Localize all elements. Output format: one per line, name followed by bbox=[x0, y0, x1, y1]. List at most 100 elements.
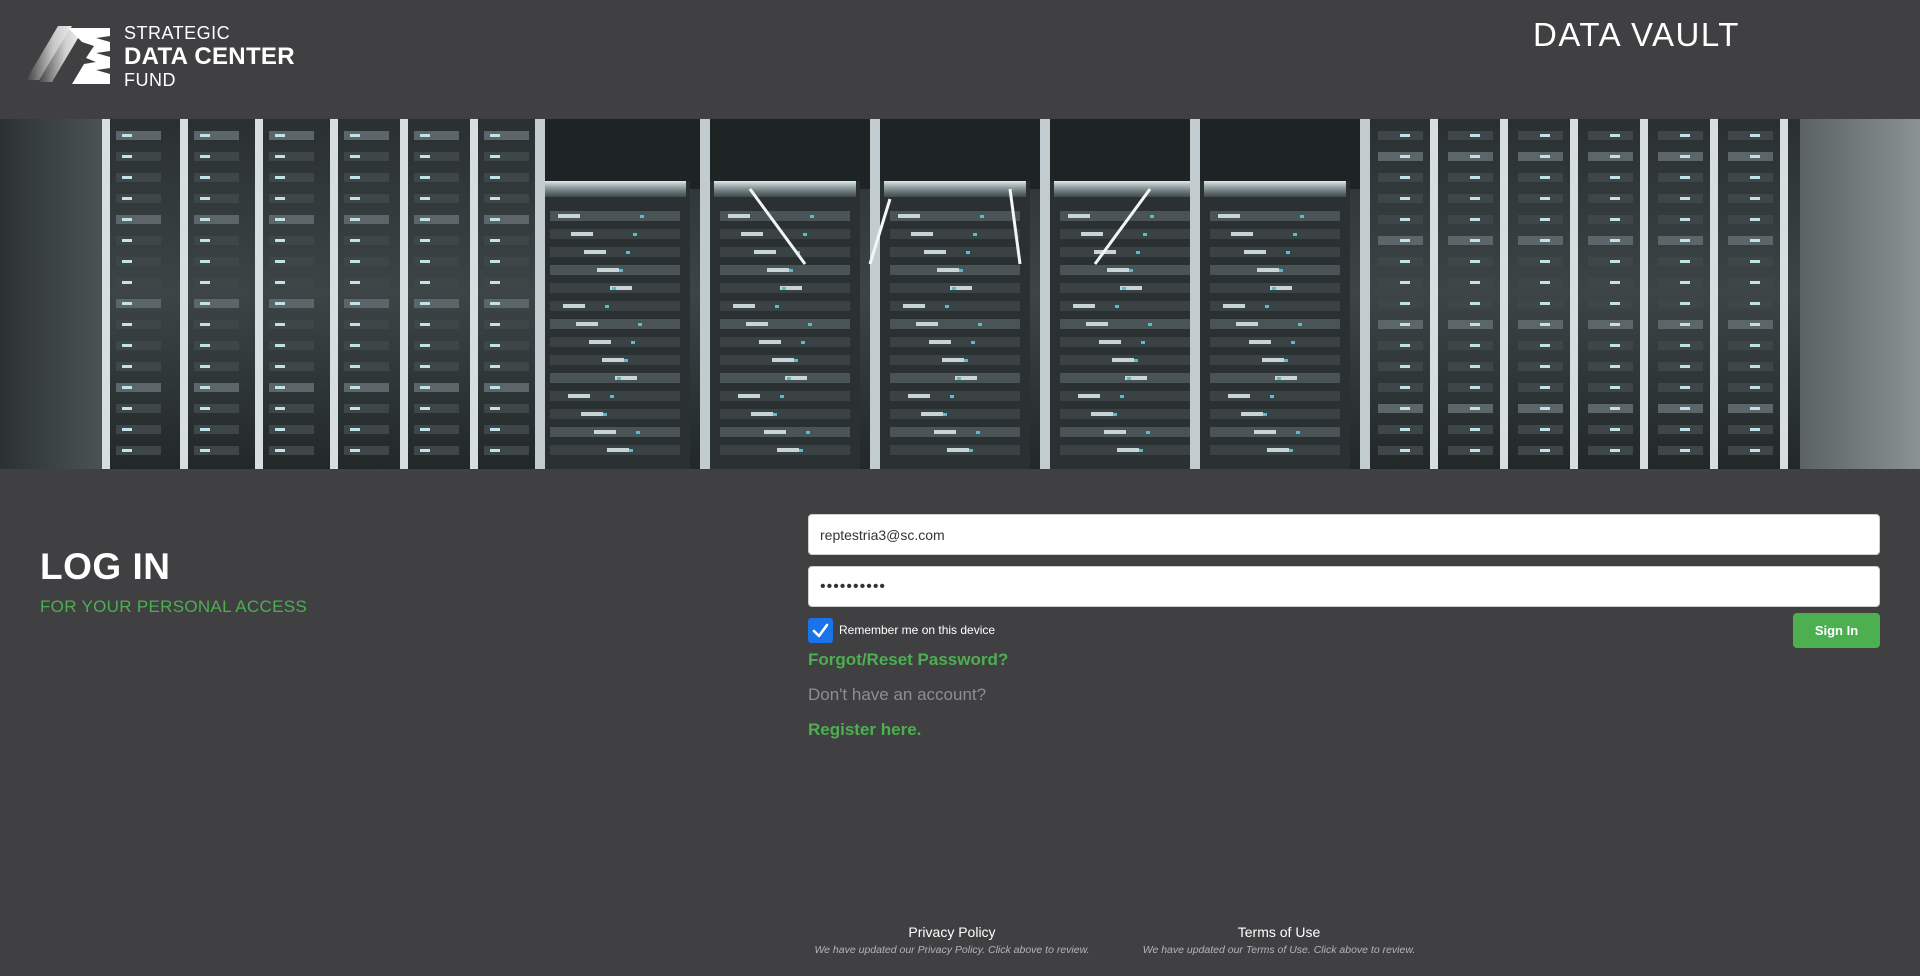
server-led bbox=[1680, 449, 1690, 452]
server-led bbox=[1750, 176, 1760, 179]
server-led bbox=[490, 281, 500, 284]
server-led bbox=[751, 412, 773, 416]
server-unit bbox=[890, 409, 1020, 419]
company-logo[interactable]: STRATEGIC DATA CENTER FUND bbox=[24, 22, 304, 92]
server-led bbox=[1540, 344, 1550, 347]
server-led bbox=[1750, 281, 1760, 284]
server-led bbox=[1470, 407, 1480, 410]
server-led bbox=[1470, 260, 1480, 263]
server-led bbox=[420, 344, 430, 347]
server-led bbox=[1610, 386, 1620, 389]
server-led bbox=[200, 428, 210, 431]
server-led bbox=[275, 365, 285, 368]
server-unit bbox=[1210, 247, 1340, 257]
server-led bbox=[1750, 302, 1760, 305]
server-led bbox=[1680, 386, 1690, 389]
server-unit bbox=[1210, 229, 1340, 239]
server-led bbox=[1610, 428, 1620, 431]
server-led bbox=[275, 260, 285, 263]
server-led bbox=[1750, 260, 1760, 263]
server-led-blue bbox=[980, 215, 984, 218]
app-title: DATA VAULT bbox=[1533, 16, 1740, 53]
server-unit bbox=[550, 319, 680, 329]
server-led bbox=[571, 232, 593, 236]
rack-light bbox=[714, 181, 856, 197]
server-led bbox=[420, 134, 430, 137]
server-led-blue bbox=[808, 323, 812, 326]
server-led-blue bbox=[1127, 377, 1131, 380]
server-led bbox=[1680, 365, 1690, 368]
server-led bbox=[1540, 428, 1550, 431]
server-led bbox=[1112, 358, 1134, 362]
server-led bbox=[576, 322, 598, 326]
server-led bbox=[1540, 386, 1550, 389]
server-led bbox=[1750, 407, 1760, 410]
rack-post bbox=[470, 119, 478, 469]
forgot-password-link[interactable]: Forgot/Reset Password? bbox=[808, 650, 1008, 670]
server-led bbox=[741, 232, 763, 236]
server-led-blue bbox=[801, 341, 805, 344]
server-led bbox=[597, 268, 619, 272]
server-led bbox=[1540, 176, 1550, 179]
server-led-blue bbox=[1284, 359, 1288, 362]
server-unit bbox=[1060, 337, 1190, 347]
server-led-blue bbox=[1122, 287, 1126, 290]
server-led bbox=[350, 386, 360, 389]
server-led-blue bbox=[789, 269, 793, 272]
server-led bbox=[490, 197, 500, 200]
server-led bbox=[1081, 232, 1103, 236]
remember-me[interactable]: Remember me on this device bbox=[808, 617, 995, 643]
server-led bbox=[1680, 218, 1690, 221]
server-led bbox=[1470, 323, 1480, 326]
server-led bbox=[1400, 386, 1410, 389]
server-led bbox=[1400, 260, 1410, 263]
server-led-blue bbox=[1139, 449, 1143, 452]
server-led-blue bbox=[1265, 305, 1269, 308]
server-led bbox=[1750, 134, 1760, 137]
server-led bbox=[1680, 302, 1690, 305]
server-led-blue bbox=[605, 305, 609, 308]
server-led bbox=[200, 365, 210, 368]
server-led bbox=[1750, 239, 1760, 242]
server-led-blue bbox=[1300, 215, 1304, 218]
server-led bbox=[1540, 302, 1550, 305]
server-led bbox=[420, 281, 430, 284]
server-led bbox=[908, 394, 930, 398]
server-led bbox=[420, 449, 430, 452]
terms-of-use-link[interactable]: Terms of Use bbox=[1135, 924, 1423, 940]
server-led bbox=[1540, 365, 1550, 368]
remember-me-checkbox[interactable] bbox=[808, 617, 833, 643]
server-led bbox=[1228, 394, 1250, 398]
sign-in-button[interactable]: Sign In bbox=[1793, 613, 1880, 648]
server-led bbox=[563, 304, 585, 308]
server-led-blue bbox=[1289, 449, 1293, 452]
no-account-text: Don't have an account? bbox=[808, 685, 987, 704]
server-led-blue bbox=[1296, 431, 1300, 434]
server-led bbox=[1400, 176, 1410, 179]
server-led bbox=[1680, 323, 1690, 326]
server-led bbox=[350, 134, 360, 137]
server-led-blue bbox=[636, 431, 640, 434]
server-unit bbox=[550, 409, 680, 419]
register-link[interactable]: Register here. bbox=[808, 720, 921, 740]
server-led bbox=[350, 323, 360, 326]
server-led-blue bbox=[780, 395, 784, 398]
server-led bbox=[602, 358, 624, 362]
password-field[interactable] bbox=[808, 566, 1880, 607]
server-led bbox=[490, 386, 500, 389]
server-led bbox=[1750, 344, 1760, 347]
rack-post bbox=[1780, 119, 1788, 469]
server-led bbox=[911, 232, 933, 236]
rack-post bbox=[1190, 119, 1200, 469]
email-field[interactable] bbox=[808, 514, 1880, 555]
privacy-policy-link[interactable]: Privacy Policy bbox=[808, 924, 1096, 940]
server-led bbox=[754, 250, 776, 254]
server-unit bbox=[1060, 229, 1190, 239]
server-led bbox=[200, 134, 210, 137]
server-led-blue bbox=[803, 233, 807, 236]
server-led bbox=[490, 449, 500, 452]
server-led bbox=[420, 155, 430, 158]
server-led bbox=[275, 197, 285, 200]
server-led bbox=[759, 340, 781, 344]
server-unit bbox=[720, 337, 850, 347]
